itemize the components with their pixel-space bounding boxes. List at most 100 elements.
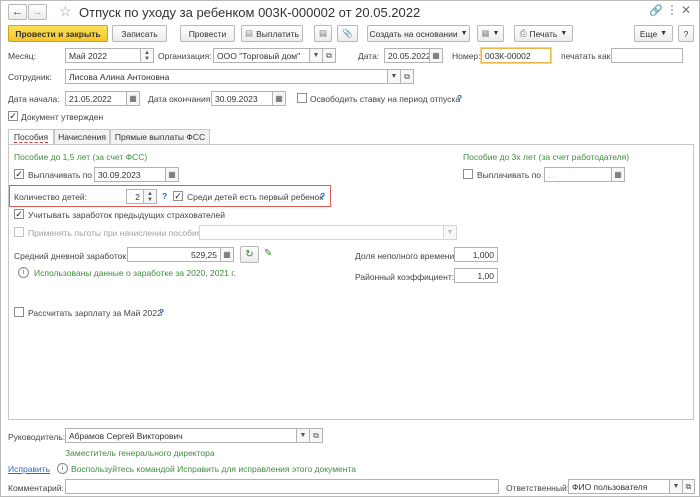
benefit-3y-header: Пособие до 3х лет (за счет работодателя): [463, 152, 630, 162]
responsible-field[interactable]: ФИО пользователя: [568, 479, 670, 494]
chevron-down-icon: ▼: [460, 30, 468, 37]
privileges-field[interactable]: [199, 225, 444, 240]
children-count-field[interactable]: 2: [126, 189, 144, 204]
employee-field[interactable]: Лисова Алина Антоновна: [65, 69, 388, 84]
avg-earnings-calc-button[interactable]: ▦: [221, 247, 234, 262]
end-date-calendar-button[interactable]: ▦: [273, 91, 286, 106]
head-dropdown[interactable]: ▼: [297, 428, 310, 443]
start-date-field[interactable]: 21.05.2022: [65, 91, 127, 106]
children-count-help-icon[interactable]: ?: [162, 191, 167, 201]
calc-salary-checkbox[interactable]: [14, 307, 24, 317]
right-pay-until-checkbox[interactable]: [463, 169, 473, 179]
create-based-on-button[interactable]: Создать на основании ▼: [367, 25, 470, 42]
children-count-stepper[interactable]: ▲ ▼: [144, 189, 157, 204]
fix-link[interactable]: Исправить: [8, 464, 50, 474]
back-button[interactable]: ←: [8, 4, 27, 20]
head-open[interactable]: ⧉: [310, 428, 323, 443]
free-rate-checkbox[interactable]: [297, 93, 307, 103]
tab-accruals[interactable]: Начисления: [54, 129, 110, 144]
employee-open[interactable]: ⧉: [401, 69, 414, 84]
forward-button[interactable]: →: [28, 4, 47, 20]
post-and-close-button[interactable]: Провести и закрыть: [8, 25, 108, 42]
calendar-icon: ▦: [614, 170, 622, 179]
pay-until-calendar-button[interactable]: ▦: [166, 167, 179, 182]
part-time-field[interactable]: 1,000: [454, 247, 498, 262]
close-icon[interactable]: ✕: [681, 3, 691, 17]
responsible-open[interactable]: ⧉: [683, 479, 695, 494]
print-as-field[interactable]: [611, 48, 683, 63]
right-pay-until-label: Выплачивать по: [477, 170, 542, 180]
link-icon[interactable]: 🔗: [649, 4, 663, 17]
chevron-down-icon: ▼: [560, 30, 568, 37]
regional-coef-field[interactable]: 1,00: [454, 268, 498, 283]
right-pay-until-field[interactable]: . .: [544, 167, 612, 182]
regional-coef-label: Районный коэффициент:: [355, 272, 455, 282]
help-button[interactable]: ?: [678, 25, 694, 42]
more-button[interactable]: Еще ▼: [634, 25, 673, 42]
structure-button[interactable]: ▦ ▼: [477, 25, 504, 42]
first-child-help-icon[interactable]: ?: [320, 191, 325, 201]
post-button[interactable]: Провести: [180, 25, 235, 42]
document-approved-checkbox[interactable]: ✓: [8, 111, 18, 121]
right-pay-until-calendar-button[interactable]: ▦: [612, 167, 625, 182]
comment-field[interactable]: [65, 479, 499, 494]
end-date-field[interactable]: 30.09.2023: [211, 91, 273, 106]
tab-benefits-label: Пособия: [13, 132, 49, 143]
info-icon: i: [57, 463, 68, 474]
employee-dropdown[interactable]: ▼: [388, 69, 401, 84]
arrow-left-icon: ←: [12, 6, 23, 18]
report-button[interactable]: ▤: [314, 25, 332, 42]
privileges-checkbox[interactable]: [14, 227, 24, 237]
head-label: Руководитель:: [8, 432, 66, 442]
date-field[interactable]: 20.05.2022: [384, 48, 430, 63]
pay-icon: ▤: [245, 28, 254, 38]
pay-until-field[interactable]: 30.09.2023: [94, 167, 166, 182]
children-count-label: Количество детей:: [14, 192, 88, 202]
print-label: Печать: [529, 28, 558, 39]
chevron-down-icon: ▼: [446, 229, 454, 236]
privileges-dropdown[interactable]: ▼: [444, 225, 457, 240]
tab-direct-payments[interactable]: Прямые выплаты ФСС: [110, 129, 210, 144]
pay-button[interactable]: ▤ Выплатить: [241, 25, 303, 42]
print-button[interactable]: ⎙ Печать ▼: [514, 25, 573, 42]
calculator-icon: ▦: [223, 250, 231, 259]
calc-salary-help-icon[interactable]: ?: [159, 307, 164, 317]
head-field[interactable]: Абрамов Сергей Викторович: [65, 428, 297, 443]
start-date-calendar-button[interactable]: ▦: [127, 91, 140, 106]
pay-until-checkbox[interactable]: ✓: [14, 169, 24, 179]
pay-label: Выплатить: [256, 28, 299, 39]
head-position-link[interactable]: Заместитель генерального директора: [65, 448, 215, 458]
attach-button[interactable]: 📎: [337, 25, 358, 42]
pay-until-label: Выплачивать по: [28, 170, 93, 180]
favorite-star-icon[interactable]: ☆: [59, 3, 72, 20]
pencil-icon[interactable]: ✎: [264, 248, 272, 259]
date-calendar-button[interactable]: ▦: [430, 48, 443, 63]
responsible-label: Ответственный:: [506, 483, 570, 493]
ellipsis-icon[interactable]: ⋮: [666, 3, 678, 17]
end-date-label: Дата окончания:: [148, 94, 213, 104]
organization-open[interactable]: ⧉: [323, 48, 336, 63]
prev-earnings-checkbox[interactable]: ✓: [14, 209, 24, 219]
month-stepper[interactable]: ▲ ▼: [141, 48, 154, 63]
more-label: Еще: [639, 28, 658, 39]
month-field[interactable]: Май 2022: [65, 48, 141, 63]
avg-earnings-field[interactable]: 529,25: [127, 247, 221, 262]
chevron-down-icon: ▼: [299, 432, 307, 439]
organization-dropdown[interactable]: ▼: [310, 48, 323, 63]
responsible-dropdown[interactable]: ▼: [670, 479, 683, 494]
refresh-button[interactable]: ↻: [240, 246, 259, 263]
refresh-icon: ↻: [245, 249, 254, 260]
chevron-down-icon: ▼: [312, 52, 320, 59]
tab-benefits[interactable]: Пособия: [8, 129, 54, 145]
benefit-15-header: Пособие до 1,5 лет (за счет ФСС): [14, 152, 148, 162]
comment-label: Комментарий:: [8, 483, 64, 493]
organization-field[interactable]: ООО "Торговый дом": [213, 48, 310, 63]
open-link-icon: ⧉: [685, 481, 692, 491]
free-rate-help-icon[interactable]: ?: [457, 93, 462, 103]
free-rate-label: Освободить ставку на период отпуска: [310, 94, 461, 104]
save-button[interactable]: Записать: [112, 25, 167, 42]
earnings-info-link[interactable]: Использованы данные о заработке за 2020,…: [34, 268, 236, 278]
number-label: Номер:: [452, 51, 481, 61]
number-field[interactable]: 003К-00002: [481, 48, 551, 63]
first-child-checkbox[interactable]: ✓: [173, 191, 183, 201]
